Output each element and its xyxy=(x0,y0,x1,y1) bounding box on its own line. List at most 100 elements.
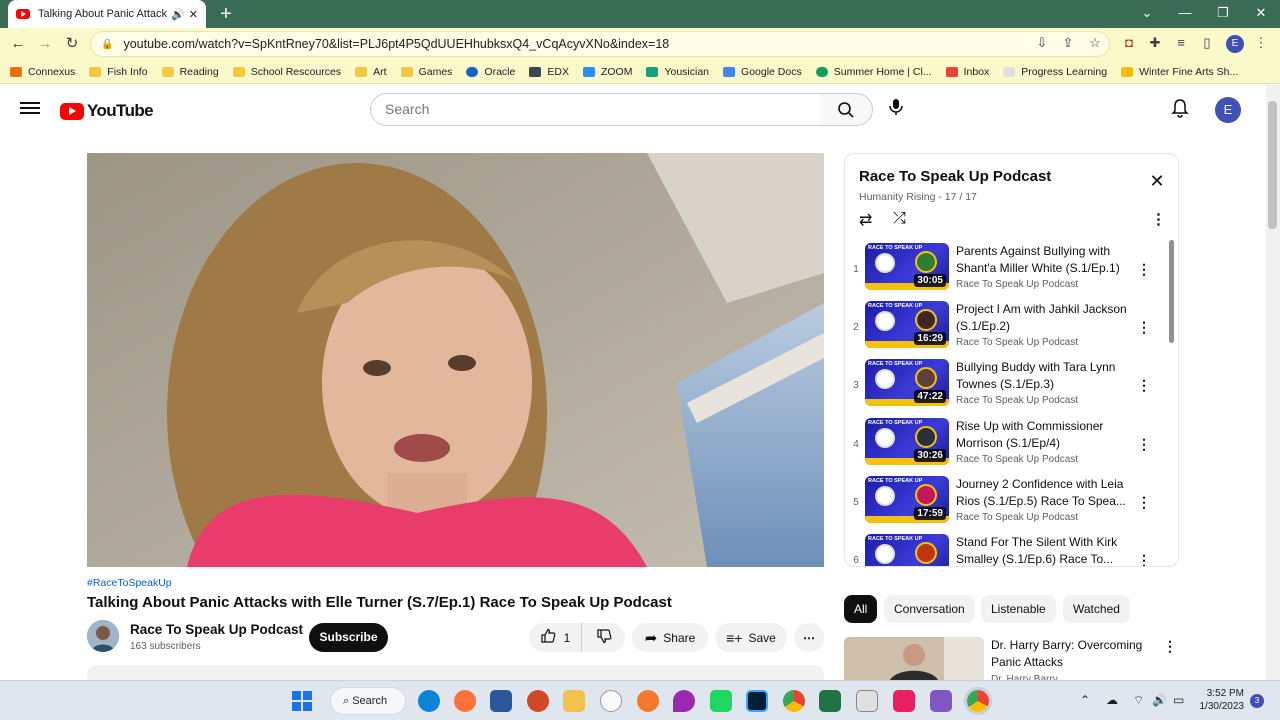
more-vertical-icon[interactable]: ⋮ xyxy=(1137,319,1151,336)
video-player[interactable] xyxy=(87,153,824,567)
close-window-button[interactable]: ✕ xyxy=(1242,0,1280,26)
more-vertical-icon[interactable]: ⋮ xyxy=(1137,377,1151,394)
photo-app-icon[interactable] xyxy=(856,690,878,712)
chip-listenable[interactable]: Listenable xyxy=(981,595,1056,623)
inkscape-icon[interactable] xyxy=(600,690,622,712)
playlist-scrollbar[interactable] xyxy=(1169,240,1174,343)
video-hashtag-link[interactable]: #RaceToSpeakUp xyxy=(87,577,172,589)
playlist-item[interactable]: 1 RACE TO SPEAK UP 30:05 Parents Against … xyxy=(845,243,1165,299)
bookmark-star-icon[interactable]: ☆ xyxy=(1086,35,1104,51)
word-icon[interactable] xyxy=(490,690,512,712)
extensions-puzzle-icon[interactable]: ✚ xyxy=(1146,35,1164,51)
battery-icon[interactable]: ▭ xyxy=(1173,693,1184,707)
install-app-icon[interactable]: ⇩ xyxy=(1033,35,1051,51)
video-thumbnail[interactable]: RACE TO SPEAK UP xyxy=(865,534,949,566)
bookmark-item[interactable]: Progress Learning xyxy=(1003,66,1107,78)
side-panel-icon[interactable]: ▯ xyxy=(1198,35,1216,51)
more-vertical-icon[interactable]: ⋮ xyxy=(1137,494,1151,511)
profile-avatar[interactable]: E xyxy=(1226,35,1244,53)
video-thumbnail[interactable]: RACE TO SPEAK UP 16:29 xyxy=(865,301,949,348)
bookmark-item[interactable]: Games xyxy=(400,66,452,78)
playlist-item-title[interactable]: Stand For The Silent With Kirk Smalley (… xyxy=(956,534,1131,566)
shuffle-icon[interactable]: ⤮ xyxy=(893,210,906,228)
chrome-profile-icon[interactable] xyxy=(964,687,992,715)
forward-arrow-icon[interactable]: → xyxy=(33,32,57,56)
chrome-menu-icon[interactable]: ⋮ xyxy=(1252,35,1270,51)
microphone-icon[interactable] xyxy=(884,98,908,122)
video-thumbnail[interactable]: RACE TO SPEAK UP 30:26 xyxy=(865,418,949,465)
powerpoint-icon[interactable] xyxy=(527,690,549,712)
playlist-item[interactable]: 6 RACE TO SPEAK UP Stand For The Silent … xyxy=(845,534,1165,566)
playlist-item[interactable]: 2 RACE TO SPEAK UP 16:29 Project I Am wit… xyxy=(845,301,1165,357)
menu-hamburger-icon[interactable] xyxy=(20,99,40,119)
edge-icon[interactable] xyxy=(418,690,440,712)
bookmark-item[interactable]: Google Docs xyxy=(723,66,802,78)
bookmark-item[interactable]: Fish Info xyxy=(89,66,148,78)
tab-close-icon[interactable]: ✕ xyxy=(189,8,198,21)
youtube-logo[interactable]: YouTube xyxy=(60,101,154,121)
search-icon[interactable] xyxy=(820,93,873,126)
lock-icon[interactable]: 🔒 xyxy=(101,39,113,50)
reload-icon[interactable]: ↻ xyxy=(60,32,84,56)
maximize-button[interactable]: ❐ xyxy=(1204,0,1242,26)
channel-name[interactable]: Race To Speak Up Podcast xyxy=(130,622,303,637)
lightroom-icon[interactable] xyxy=(746,690,768,712)
chip-conversation[interactable]: Conversation xyxy=(884,595,975,623)
audio-app-icon[interactable] xyxy=(710,690,732,712)
bookmark-item[interactable]: EDX xyxy=(529,66,569,78)
minimize-button[interactable]: — xyxy=(1166,0,1204,26)
browser-tab-active[interactable]: Talking About Panic Attacks w 🔊 ✕ xyxy=(8,0,206,28)
bookmark-item[interactable]: Inbox xyxy=(945,66,989,78)
account-avatar[interactable]: E xyxy=(1215,97,1241,123)
bookmark-item[interactable]: Art xyxy=(355,66,387,78)
windows-start-icon[interactable] xyxy=(292,691,312,711)
playlist-item-title[interactable]: Bullying Buddy with Tara Lynn Townes (S.… xyxy=(956,359,1131,392)
wifi-icon[interactable]: ⌔ xyxy=(1133,693,1144,708)
bookmark-item[interactable]: Yousician xyxy=(646,66,709,78)
taskbar-search[interactable]: ⌕ Search xyxy=(330,687,406,715)
subscribe-button[interactable]: Subscribe xyxy=(309,623,388,652)
back-arrow-icon[interactable]: ← xyxy=(6,32,30,56)
share-page-icon[interactable]: ⇪ xyxy=(1059,35,1077,51)
video-thumbnail[interactable]: RACE TO SPEAK UP 47:22 xyxy=(865,359,949,406)
bookmark-item[interactable]: Reading xyxy=(161,66,219,78)
more-vertical-icon[interactable]: ⋮ xyxy=(1137,436,1151,453)
instagram-icon[interactable] xyxy=(893,690,915,712)
share-button[interactable]: ➦ Share xyxy=(632,623,708,652)
playlist-item-title[interactable]: Project I Am with Jahkil Jackson (S.1/Ep… xyxy=(956,301,1131,334)
like-button[interactable]: 1 xyxy=(529,623,582,652)
excel-icon[interactable] xyxy=(819,690,841,712)
audio-playing-icon[interactable]: 🔊 xyxy=(171,8,185,21)
chevron-up-icon[interactable]: ⌃ xyxy=(1080,693,1090,707)
loop-icon[interactable]: ⇄ xyxy=(859,210,872,230)
search-input[interactable]: Search xyxy=(370,93,821,126)
recommended-video-thumbnail[interactable] xyxy=(844,637,984,682)
bookmark-item[interactable]: Winter Fine Arts Sh... xyxy=(1121,66,1238,78)
blender-icon[interactable] xyxy=(637,690,659,712)
playlist-item[interactable]: 3 RACE TO SPEAK UP 47:22 Bullying Buddy w… xyxy=(845,359,1165,415)
channel-avatar[interactable] xyxy=(87,620,119,652)
page-scrollbar[interactable] xyxy=(1266,85,1280,680)
playlist-item-title[interactable]: Parents Against Bullying with Shant'a Mi… xyxy=(956,243,1131,276)
bookmark-item[interactable]: Connexus xyxy=(10,66,75,78)
clock[interactable]: 3:52 PM 1/30/2023 xyxy=(1198,687,1245,713)
close-icon[interactable]: ✕ xyxy=(1147,171,1167,192)
krita-icon[interactable] xyxy=(673,690,695,712)
volume-icon[interactable]: 🔊 xyxy=(1152,693,1167,707)
file-explorer-icon[interactable] xyxy=(563,690,585,712)
chip-all[interactable]: All xyxy=(844,595,878,623)
address-bar[interactable]: 🔒 youtube.com/watch?v=SpKntRney70&list=P… xyxy=(90,31,1110,57)
folder-app-icon[interactable] xyxy=(930,690,952,712)
bookmark-item[interactable]: Summer Home | Cl... xyxy=(815,66,932,78)
playlist-item-title[interactable]: Journey 2 Confidence with Leia Rios (S.1… xyxy=(956,476,1131,509)
onedrive-cloud-icon[interactable]: ☁ xyxy=(1106,693,1118,707)
more-vertical-icon[interactable]: ⋮ xyxy=(1137,261,1151,278)
notification-badge[interactable]: 3 xyxy=(1250,694,1264,708)
firefox-icon[interactable] xyxy=(454,690,476,712)
scrollbar-thumb[interactable] xyxy=(1268,101,1277,229)
playlist-item-title[interactable]: Rise Up with Commissioner Morrison (S.1/… xyxy=(956,418,1131,451)
tab-search-chevron-icon[interactable]: ⌄ xyxy=(1128,0,1166,26)
video-thumbnail[interactable]: RACE TO SPEAK UP 17:59 xyxy=(865,476,949,523)
save-button[interactable]: ≡+ Save xyxy=(715,623,787,652)
extension-shield-icon[interactable]: ◘ xyxy=(1120,35,1138,50)
